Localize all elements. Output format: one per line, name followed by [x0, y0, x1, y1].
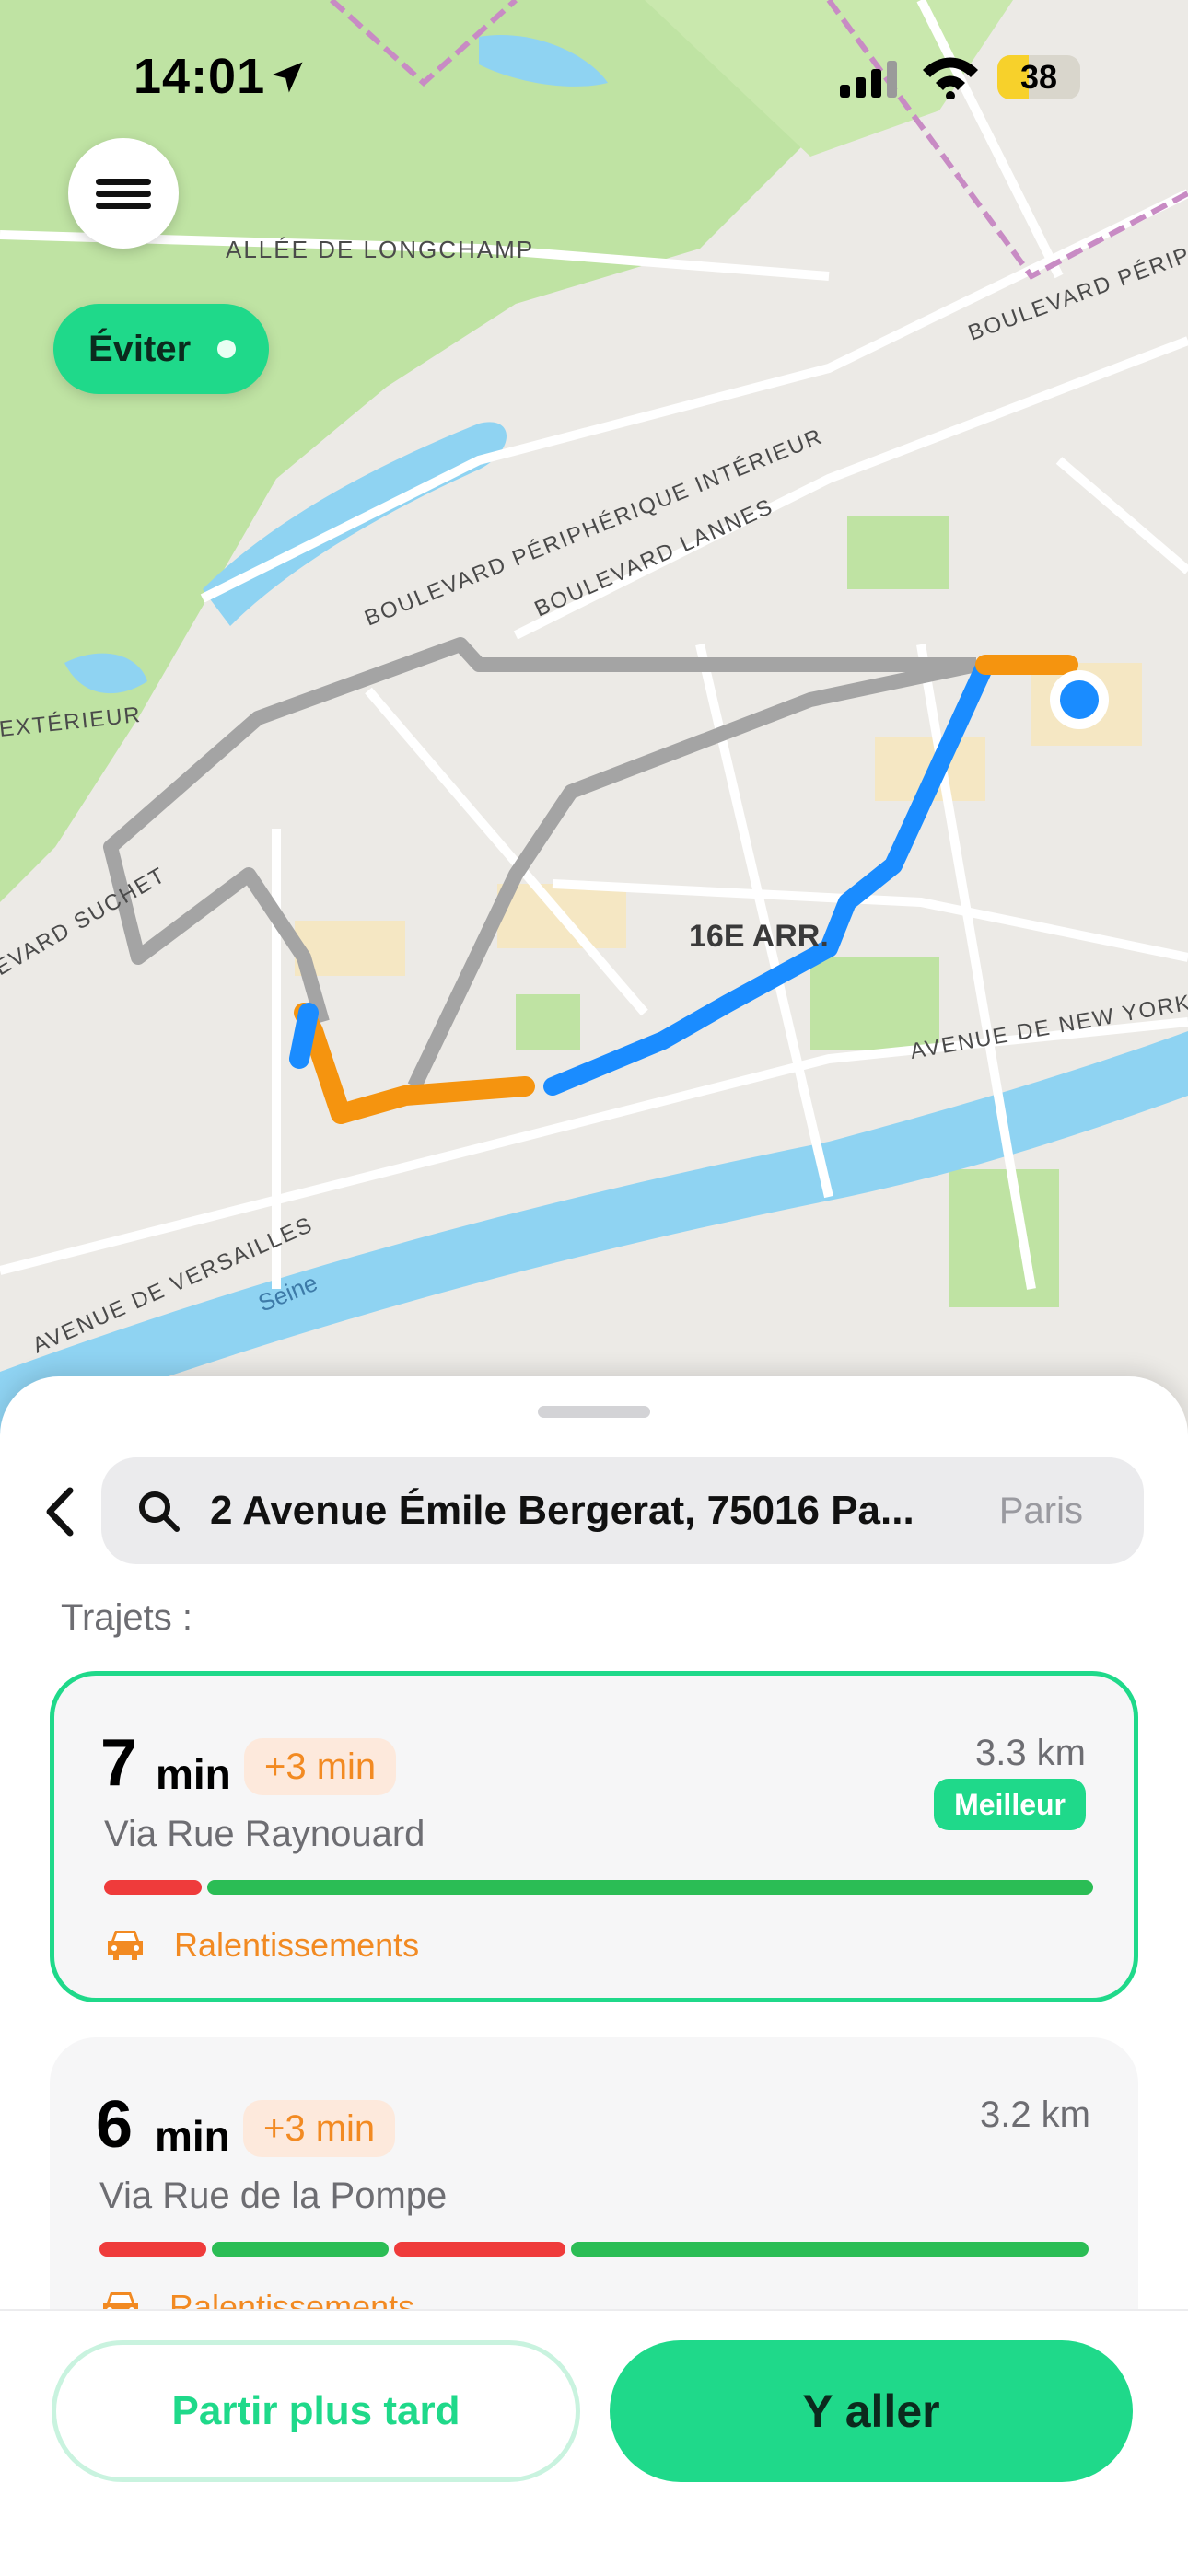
menu-icon — [96, 203, 151, 209]
map-label-arr: 16E ARR. — [689, 919, 829, 954]
route-duration-unit: min — [156, 1750, 231, 1798]
traffic-segment-fluid — [212, 2242, 389, 2257]
menu-button[interactable] — [68, 138, 179, 249]
route-delay-badge: +3 min — [244, 1738, 397, 1795]
route-duration-unit: min — [155, 2112, 230, 2160]
action-bar: Partir plus tard Y aller — [0, 2309, 1188, 2576]
current-location-dot — [1060, 680, 1099, 719]
route-selected — [289, 1003, 319, 1069]
best-route-badge: Meilleur — [934, 1779, 1086, 1830]
destination-search-field[interactable]: 2 Avenue Émile Bergerat, 75016 Pa... Par… — [101, 1457, 1144, 1564]
status-bar: 14:01 38 — [0, 0, 1188, 157]
park-area — [810, 957, 939, 1050]
route-via: Via Rue Raynouard — [104, 1814, 425, 1854]
leave-later-button[interactable]: Partir plus tard — [52, 2340, 580, 2482]
route-duration: 7 — [100, 1726, 138, 1800]
destination-text: 2 Avenue Émile Bergerat, 75016 Pa... — [210, 1488, 914, 1533]
traffic-segment-fluid — [571, 2242, 1089, 2257]
location-arrow-icon — [272, 62, 303, 93]
route-distance: 3.2 km — [979, 2094, 1090, 2135]
map-label-allee: ALLÉE DE LONGCHAMP — [226, 236, 534, 263]
status-time: 14:01 — [134, 49, 266, 104]
signal-icon — [840, 61, 897, 98]
avoid-label: Éviter — [88, 329, 192, 369]
park-area — [847, 516, 949, 589]
map-view[interactable]: ALLÉE DE LONGCHAMP BOULEVARD PÉRIPH BOUL… — [0, 0, 1188, 1436]
route-delay-badge: +3 min — [243, 2100, 396, 2157]
go-button[interactable]: Y aller — [610, 2340, 1133, 2482]
battery-percent: 38 — [1019, 58, 1058, 96]
traffic-label: Ralentissements — [174, 1926, 420, 1964]
menu-icon — [96, 179, 151, 185]
park-area — [516, 994, 580, 1050]
avoid-indicator — [217, 340, 236, 358]
park-area — [949, 1169, 1059, 1307]
destination-city: Paris — [998, 1491, 1083, 1531]
traffic-bar — [104, 1880, 1093, 1895]
back-chevron-icon[interactable] — [37, 1479, 83, 1544]
traffic-segment-slow — [394, 2242, 565, 2257]
search-icon — [139, 1491, 180, 1532]
route-duration: 6 — [96, 2088, 134, 2162]
traffic-segment-slow — [104, 1880, 202, 1895]
traffic-bar — [99, 2242, 1089, 2257]
menu-icon — [96, 191, 151, 197]
routes-section-label: Trajets : — [61, 1597, 192, 1638]
avoid-button[interactable]: Éviter — [53, 304, 269, 394]
traffic-segment-fluid — [207, 1880, 1093, 1895]
car-icon — [108, 1931, 143, 1960]
traffic-segment-slow — [99, 2242, 206, 2257]
wifi-icon — [923, 57, 978, 99]
route-distance: 3.3 km — [974, 1733, 1086, 1773]
battery-icon: 38 — [997, 55, 1080, 99]
sheet-grabber[interactable] — [538, 1406, 650, 1418]
route-card-1[interactable]: 7 min +3 min 3.3 km Meilleur Via Rue Ray… — [50, 1671, 1138, 2002]
route-via: Via Rue de la Pompe — [99, 2176, 448, 2216]
